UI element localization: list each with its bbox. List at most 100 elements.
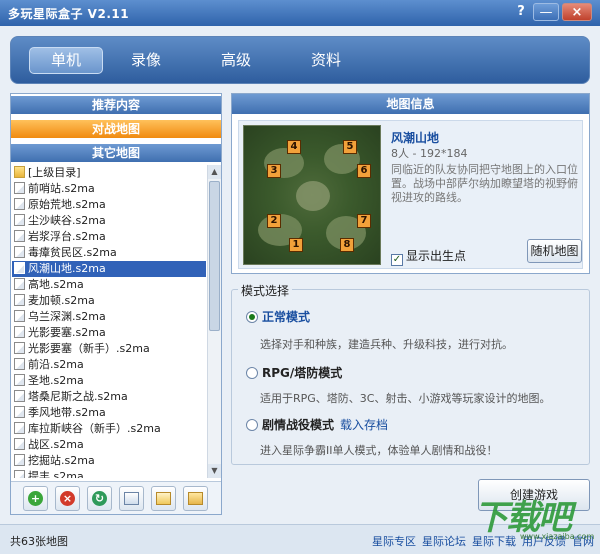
map-file-item[interactable]: 库拉斯峡谷（新手）.s2ma [12,421,206,437]
map-file-icon [14,358,25,370]
properties-button[interactable] [119,486,144,511]
map-file-icon [14,246,25,258]
map-file-item[interactable]: 提丰.s2ma [12,469,206,478]
check-icon[interactable]: ✓ [391,254,403,266]
map-file-icon [14,454,25,466]
list-toolbar: + × ↻ [11,481,221,514]
map-name: 风潮山地 [391,131,440,145]
file-name: 季风地带.s2ma [28,406,106,419]
file-name: [上级目录] [28,166,81,179]
random-map-button[interactable]: 随机地图 [527,239,582,263]
map-description: 同临近的队友协同把守地图上的入口位置。战场中部萨尔纳加瞭望塔的视野俯视进攻的路线… [391,163,578,204]
spawn-point-marker: 6 [357,164,371,178]
map-file-item[interactable]: 季风地带.s2ma [12,405,206,421]
map-file-icon [14,390,25,402]
map-info-body: 12 34 56 78 风潮山地 8人 - 192*184 同临近的队友协同把守地图上… [238,120,583,269]
file-list-scrollbar[interactable]: ▲ ▼ [207,165,221,478]
map-file-item[interactable]: 前沿.s2ma [12,357,206,373]
file-name: 乌兰深渊.s2ma [28,310,106,323]
map-file-icon [14,294,25,306]
refresh-button[interactable]: ↻ [87,486,112,511]
battle-maps-header[interactable]: 对战地图 [11,120,221,138]
map-file-item[interactable]: 前哨站.s2ma [12,181,206,197]
recommended-header[interactable]: 推荐内容 [11,96,221,114]
map-file-icon [14,182,25,194]
map-file-item[interactable]: 岩浆浮台.s2ma [12,229,206,245]
tab-resources[interactable]: 资料 [289,47,363,74]
file-name: 岩浆浮台.s2ma [28,230,106,243]
map-file-icon [14,214,25,226]
map-file-item[interactable]: 光影要塞（新手）.s2ma [12,341,206,357]
file-name: 光影要塞.s2ma [28,326,106,339]
map-file-item[interactable]: 挖掘站.s2ma [12,453,206,469]
map-preview: 12 34 56 78 [243,125,381,265]
mode-campaign-title[interactable]: 剧情战役模式 [262,418,334,432]
refresh-icon: ↻ [92,491,107,506]
map-file-icon [14,406,25,418]
map-file-icon [14,438,25,450]
map-file-icon [14,342,25,354]
map-count: 共63张地图 [10,535,68,548]
map-file-item[interactable]: 塔桑尼斯之战.s2ma [12,389,206,405]
map-file-item[interactable]: 毒瘴贫民区.s2ma [12,245,206,261]
show-spawn-checkbox[interactable]: ✓ 显示出生点 [391,247,466,266]
map-file-item[interactable]: 尘沙峡谷.s2ma [12,213,206,229]
map-size: 8人 - 192*184 [391,147,468,160]
spawn-point-marker: 3 [267,164,281,178]
map-file-item[interactable]: 乌兰深渊.s2ma [12,309,206,325]
map-file-icon [14,470,25,478]
mode-normal-option[interactable]: 正常模式 [246,308,310,325]
scroll-down-icon[interactable]: ▼ [208,464,221,478]
window-title: 多玩星际盒子 V2.11 [8,7,130,21]
mode-campaign-option[interactable]: 剧情战役模式 载入存档 [246,416,388,433]
mode-rpg-radio[interactable] [246,367,258,379]
tab-advanced[interactable]: 高级 [199,47,273,74]
mode-select-group: 模式选择 正常模式 选择对手和种族，建造兵种、升级科技，进行对抗。 RPG/塔防… [231,282,590,465]
mode-campaign-radio[interactable] [246,419,258,431]
delete-button[interactable]: × [55,486,80,511]
map-file-item[interactable]: 高地.s2ma [12,277,206,293]
scroll-thumb[interactable] [209,181,220,331]
edit-button[interactable] [151,486,176,511]
scroll-up-icon[interactable]: ▲ [208,165,221,179]
help-button[interactable]: ? [513,3,529,21]
file-name: 前哨站.s2ma [28,182,95,195]
folder-icon [188,492,203,505]
footer-link-forum[interactable]: 星际论坛 [422,533,466,549]
spawn-point-marker: 4 [287,140,301,154]
folder-button[interactable] [183,486,208,511]
spawn-point-marker: 7 [357,214,371,228]
file-name: 圣地.s2ma [28,374,84,387]
file-name: 战区.s2ma [28,438,84,451]
load-save-link[interactable]: 载入存档 [340,418,388,432]
parent-directory-item[interactable]: [上级目录] [12,165,206,181]
file-name: 麦加顿.s2ma [28,294,95,307]
map-file-list[interactable]: [上级目录] 前哨站.s2ma 原始荒地.s2ma 尘沙峡谷.s2ma 岩浆浮台.s2m… [12,165,206,478]
file-name: 风潮山地.s2ma [28,262,106,275]
spawn-point-marker: 2 [267,214,281,228]
properties-icon [124,492,139,505]
map-file-item[interactable]: 麦加顿.s2ma [12,293,206,309]
map-file-item[interactable]: 战区.s2ma [12,437,206,453]
tab-replays[interactable]: 录像 [109,47,183,74]
footer-link-zone[interactable]: 星际专区 [372,533,416,549]
map-info-header: 地图信息 [232,94,589,114]
mode-normal-title[interactable]: 正常模式 [262,310,310,324]
map-file-item[interactable]: 圣地.s2ma [12,373,206,389]
minimize-button[interactable]: — [533,3,559,21]
mode-rpg-title[interactable]: RPG/塔防模式 [262,366,342,380]
map-file-item[interactable]: 风潮山地.s2ma [12,261,206,277]
add-icon: + [28,491,43,506]
map-file-item[interactable]: 光影要塞.s2ma [12,325,206,341]
delete-icon: × [60,491,75,506]
close-button[interactable]: × [562,3,592,21]
add-button[interactable]: + [23,486,48,511]
mode-rpg-option[interactable]: RPG/塔防模式 [246,364,342,381]
tab-single-player[interactable]: 单机 [29,47,103,74]
file-name: 原始荒地.s2ma [28,198,106,211]
map-file-icon [14,198,25,210]
file-name: 高地.s2ma [28,278,84,291]
other-maps-header[interactable]: 其它地图 [11,144,221,162]
map-file-item[interactable]: 原始荒地.s2ma [12,197,206,213]
mode-normal-radio[interactable] [246,311,258,323]
